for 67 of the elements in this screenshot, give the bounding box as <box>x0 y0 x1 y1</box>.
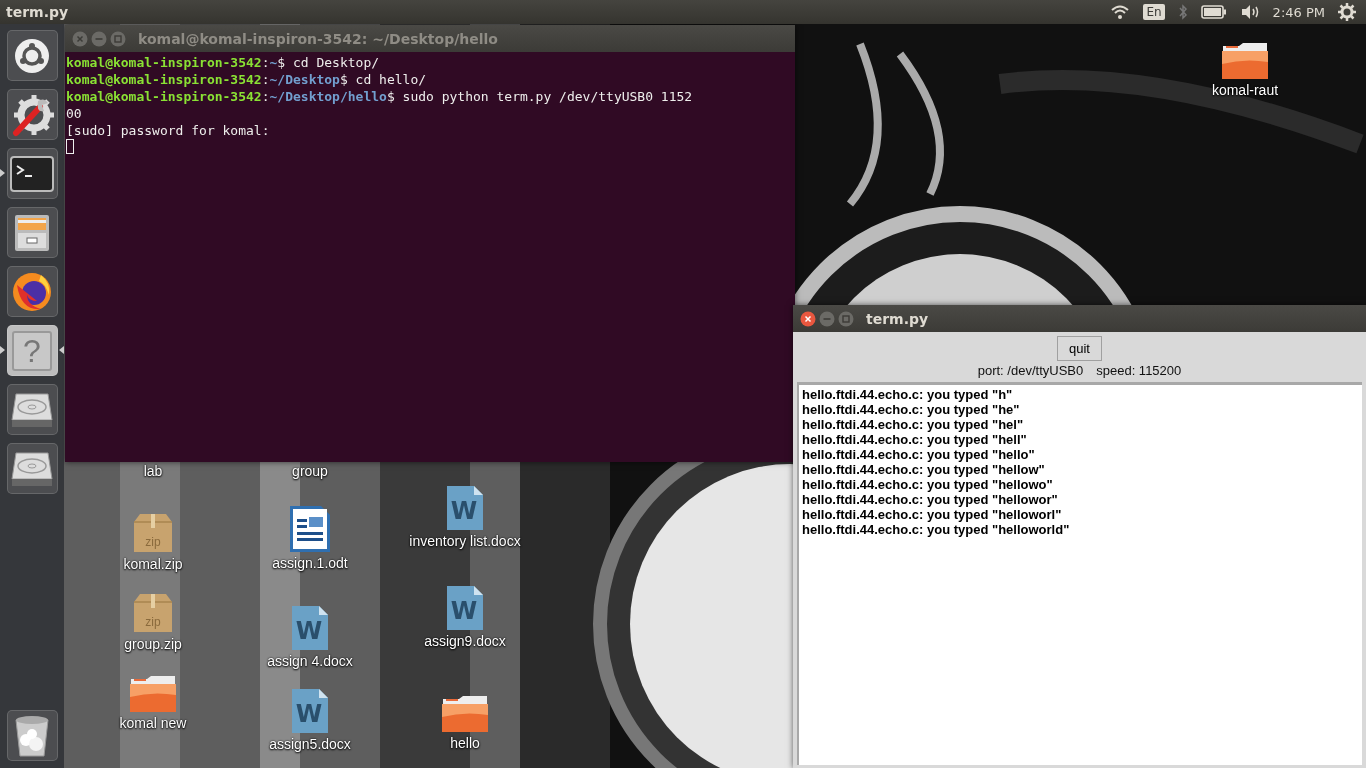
close-button[interactable] <box>800 310 816 327</box>
icon-label[interactable]: group.zip <box>124 636 182 652</box>
prompt-path: ~/Desktop/hello <box>269 89 387 104</box>
quit-button[interactable]: quit <box>1057 336 1102 361</box>
launcher-item[interactable] <box>6 148 58 199</box>
output-line: hello.ftdi.44.echo.c: you typed "hello" <box>802 447 1036 462</box>
icon-label[interactable]: assign.1.odt <box>272 555 348 571</box>
output-line: hello.ftdi.44.echo.c: you typed "he" <box>802 402 1021 417</box>
file-cabinet-icon <box>12 212 52 253</box>
launcher-item[interactable] <box>6 443 58 494</box>
prompt-path: ~/Desktop <box>269 72 340 87</box>
window-title: term.py <box>866 310 929 327</box>
launcher-item[interactable] <box>6 384 58 435</box>
prompt-user: komal@komal-inspiron-3542 <box>66 55 262 70</box>
icon-label[interactable]: assign9.docx <box>424 633 506 649</box>
folder-icon[interactable] <box>1221 40 1269 80</box>
icon-label[interactable]: assign5.docx <box>269 736 351 752</box>
icon-label[interactable]: group <box>292 463 328 479</box>
output-line: hello.ftdi.44.echo.c: you typed "hell" <box>802 432 1028 447</box>
icon-label[interactable]: inventory list.docx <box>409 533 521 549</box>
output-line: hello.ftdi.44.echo.c: you typed "hellow" <box>802 462 1046 477</box>
gear-icon[interactable] <box>1338 3 1356 21</box>
volume-icon[interactable] <box>1239 4 1260 20</box>
battery-icon[interactable] <box>1200 5 1227 19</box>
icon-label[interactable]: komal-raut <box>1211 82 1279 98</box>
prompt-separator: : <box>261 55 270 70</box>
prompt-command: $ sudo python term.py /dev/ttyUSB0 1152 <box>386 89 693 104</box>
window-title: komal@komal-inspiron-3542: ~/Desktop/hello <box>138 30 498 47</box>
trash-icon <box>12 713 52 758</box>
wifi-icon[interactable] <box>1110 4 1131 20</box>
terminal-output: [sudo] password for komal: <box>66 122 271 139</box>
output-line: hello.ftdi.44.echo.c: you typed "hellowo" <box>802 477 1054 492</box>
output-line: hello.ftdi.44.echo.c: you typed "h" <box>802 387 1014 402</box>
port-label: port: /dev/ttyUSB0 <box>977 363 1084 378</box>
launcher-item[interactable] <box>6 89 58 140</box>
output-line: hello.ftdi.44.echo.c: you typed "helloworld" <box>802 522 1071 537</box>
launcher-item[interactable] <box>6 266 58 317</box>
icon-label[interactable]: assign 4.docx <box>267 653 353 669</box>
text-document-icon[interactable] <box>289 505 331 553</box>
gear-wrench-icon <box>10 92 54 137</box>
launcher-item[interactable] <box>6 710 58 761</box>
output-line: hello.ftdi.44.echo.c: you typed "helloworl" <box>802 507 1063 522</box>
folder-icon[interactable] <box>441 693 489 733</box>
launcher-item[interactable] <box>6 207 58 258</box>
keyboard-layout-indicator[interactable]: En <box>1143 4 1165 20</box>
output-line: hello.ftdi.44.echo.c: you typed "hellowor" <box>802 492 1059 507</box>
speed-label: speed: 115200 <box>1096 363 1182 378</box>
prompt-separator: : <box>261 72 270 87</box>
icon-label[interactable]: hello <box>450 735 480 751</box>
bluetooth-icon[interactable] <box>1177 3 1188 21</box>
icon-label[interactable]: komal.zip <box>123 556 183 572</box>
icon-label[interactable]: komal new <box>119 715 187 731</box>
prompt-user: komal@komal-inspiron-3542 <box>66 89 262 104</box>
prompt-path: ~ <box>269 55 278 70</box>
terminal-output: 00 <box>66 105 83 122</box>
output-text-area[interactable] <box>797 382 1362 765</box>
prompt-command: $ cd Desktop/ <box>277 55 380 70</box>
prompt-user: komal@komal-inspiron-3542 <box>66 72 262 87</box>
clock[interactable]: 2:46 PM <box>1272 4 1325 20</box>
prompt-command: $ cd hello/ <box>339 72 427 87</box>
globe-icon <box>11 270 53 313</box>
launcher-item[interactable] <box>6 30 58 81</box>
output-line: hello.ftdi.44.echo.c: you typed "hel" <box>802 417 1025 432</box>
icon-label[interactable]: lab <box>143 463 163 479</box>
terminal-icon <box>10 155 54 192</box>
prompt-separator: : <box>261 89 270 104</box>
app-title: term.py <box>6 4 69 20</box>
